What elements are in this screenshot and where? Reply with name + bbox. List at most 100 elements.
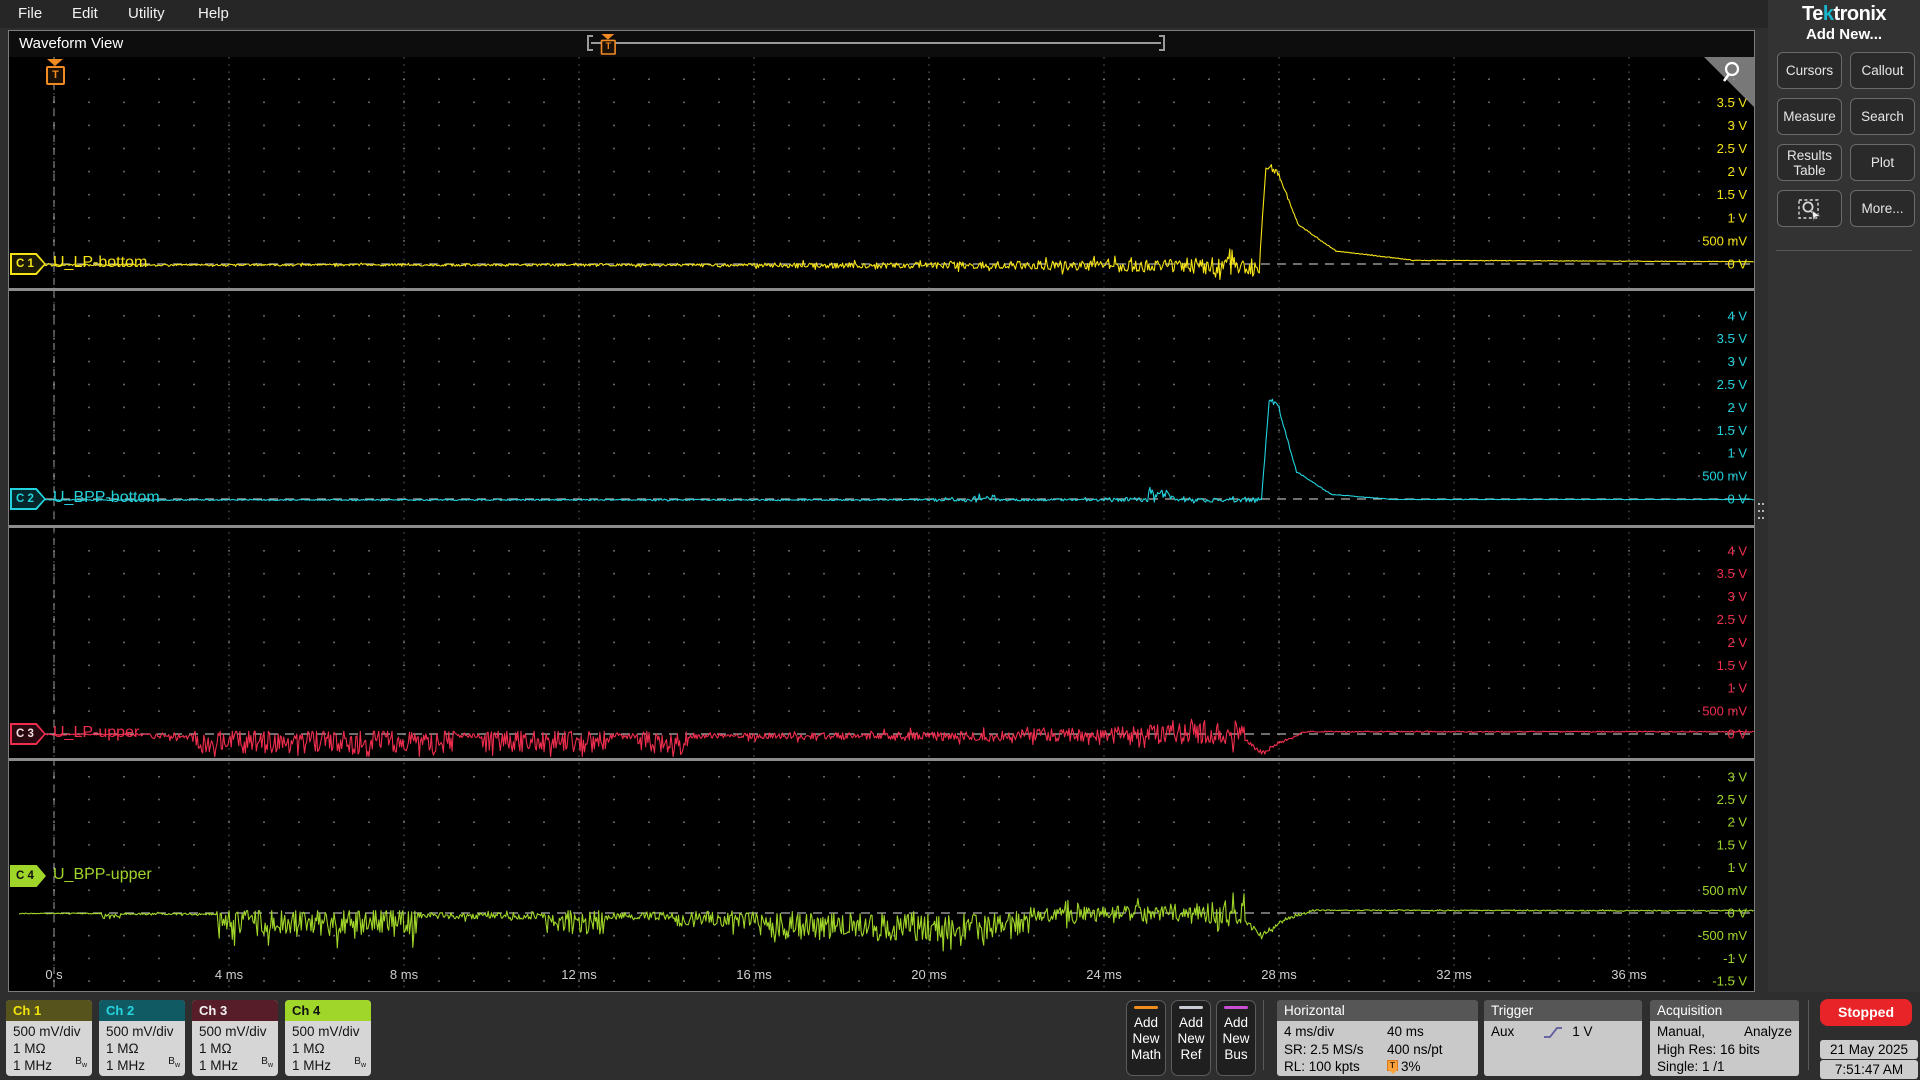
trigger-level: 1 V: [1572, 1024, 1593, 1039]
v-axis-label: 2 V: [1727, 815, 1747, 830]
sidebar-button-search[interactable]: Search: [1850, 98, 1915, 135]
channel-card-body: 500 mV/div 1 MΩ 1 MHz Bw: [192, 1021, 278, 1076]
menu-item-file[interactable]: File: [18, 0, 42, 28]
zoom-select-button[interactable]: [1777, 190, 1842, 227]
magnifier-icon: [1722, 61, 1740, 82]
record-view-right-bracket[interactable]: [1159, 35, 1165, 51]
accent-bar: [1134, 1006, 1158, 1009]
acquisition-mode: Manual,: [1657, 1024, 1706, 1039]
add-new-bus-button[interactable]: Add New Bus: [1216, 1000, 1256, 1076]
record-view-bar[interactable]: T: [587, 34, 1165, 55]
add-new-heading: Add New...: [1805, 26, 1883, 43]
v-axis-label: 4 V: [1727, 543, 1747, 558]
record-view-line: [591, 42, 1161, 44]
channel-card-line: 500 mV/div: [13, 1024, 81, 1039]
trigger-panel[interactable]: Trigger Aux 1 V: [1484, 1000, 1642, 1076]
v-axis-label: 1 V: [1727, 681, 1747, 696]
add-new-ref-button[interactable]: Add New Ref: [1171, 1000, 1211, 1076]
horizontal-value: SR: 2.5 MS/s: [1284, 1041, 1364, 1057]
trace-U_LP-upper: [18, 718, 1754, 758]
v-axis-label: 1.5 V: [1717, 658, 1748, 673]
v-axis-label: 500 mV: [1702, 883, 1747, 898]
v-axis-label: 0 V: [1727, 257, 1747, 272]
trace-U_LP-bottom: [18, 164, 1754, 281]
channel-card-body: 500 mV/div 1 MΩ 1 MHz Bw: [6, 1021, 92, 1076]
horizontal-value: T 3%: [1387, 1058, 1471, 1076]
record-trigger-marker-icon[interactable]: T: [600, 34, 616, 55]
sidebar-button-results-table[interactable]: Results Table: [1777, 144, 1842, 181]
v-axis-label: 1.5 V: [1717, 187, 1748, 202]
time-axis-label: 16 ms: [736, 967, 772, 982]
time-display: 7:51:47 AM: [1820, 1060, 1918, 1079]
rising-edge-icon: [1544, 1026, 1563, 1038]
waveform-view-titlebar[interactable]: Waveform View T: [9, 31, 1754, 57]
time-axis-label: 24 ms: [1086, 967, 1122, 982]
acquisition-panel-title: Acquisition: [1650, 1000, 1799, 1021]
channel-card-header: Ch 2: [99, 1000, 185, 1021]
horizontal-value: 40 ms: [1387, 1024, 1424, 1039]
bottom-bar: Ch 1 500 mV/div 1 MΩ 1 MHz Bw Ch 2 500 mV/div 1…: [0, 992, 1920, 1080]
run-stop-status-button[interactable]: Stopped: [1820, 999, 1912, 1026]
sidebar-button-plot[interactable]: Plot: [1850, 144, 1915, 181]
plot-area[interactable]: 3.5 V 3 V 2.5 V 2 V 1.5 V 1 V 500 mV 0 V 4 V 3.5 …: [9, 57, 1754, 991]
label-line: New: [1222, 1031, 1250, 1046]
channel-card-line: 500 mV/div: [199, 1024, 267, 1039]
v-axis-label: 2.5 V: [1717, 612, 1748, 627]
sidebar-button-measure[interactable]: Measure: [1777, 98, 1842, 135]
menu-item-edit[interactable]: Edit: [72, 0, 98, 28]
horizontal-value: 4 ms/div: [1284, 1024, 1335, 1039]
bandwidth-limit-badge: Bw: [354, 1056, 366, 1069]
time-axis-label: 0 s: [45, 967, 63, 982]
v-axis-label: 3.5 V: [1717, 566, 1748, 581]
channel-card-body: 500 mV/div 1 MΩ 1 MHz Bw: [99, 1021, 185, 1076]
horizontal-panel[interactable]: Horizontal 4 ms/div 40 ms SR: 2.5 MS/s 400 …: [1277, 1000, 1478, 1076]
sidebar-button-more-[interactable]: More...: [1850, 190, 1915, 227]
sidebar-button-callout[interactable]: Callout: [1850, 52, 1915, 89]
channel-card-ch3[interactable]: Ch 3 500 mV/div 1 MΩ 1 MHz Bw: [192, 1000, 278, 1076]
v-axis-label: -500 mV: [1698, 928, 1747, 943]
trace-U_BPP-upper: [18, 892, 1754, 952]
record-view-left-bracket[interactable]: [587, 35, 593, 51]
channel-label-U_LP-bottom[interactable]: U_LP-bottom: [53, 254, 147, 272]
channel-card-header: Ch 3: [192, 1000, 278, 1021]
v-axis-label: -1 V: [1723, 951, 1747, 966]
trigger-position-flag-icon[interactable]: T: [46, 59, 65, 85]
menu-item-utility[interactable]: Utility: [128, 0, 165, 28]
channel-card-ch2[interactable]: Ch 2 500 mV/div 1 MΩ 1 MHz Bw: [99, 1000, 185, 1076]
add-new-math-button[interactable]: Add New Math: [1126, 1000, 1166, 1076]
v-axis-label: 0 V: [1727, 727, 1747, 742]
time-axis-label: 4 ms: [215, 967, 244, 982]
waveform-plot: 3.5 V 3 V 2.5 V 2 V 1.5 V 1 V 500 mV 0 V 4 V 3.5 …: [9, 57, 1754, 991]
v-axis-label: 3 V: [1727, 354, 1747, 369]
v-axis-label: 2.5 V: [1717, 792, 1748, 807]
acquisition-resolution: High Res: 16 bits: [1657, 1041, 1760, 1057]
sidebar-button-cursors[interactable]: Cursors: [1777, 52, 1842, 89]
v-axis-label: 500 mV: [1702, 469, 1747, 484]
sidebar-divider: [1776, 250, 1912, 251]
channel-badge-c1[interactable]: C 1: [10, 253, 46, 275]
v-axis-label: 3 V: [1727, 589, 1747, 604]
label-line: Add: [1133, 1015, 1159, 1030]
menu-bar: File Edit Utility Help: [0, 0, 1920, 28]
trigger-source: Aux: [1491, 1024, 1515, 1039]
trigger-marker-icon: T: [1387, 1060, 1398, 1074]
panel-drag-handle[interactable]: [1758, 503, 1760, 505]
channel-badge-c3[interactable]: C 3: [10, 723, 46, 745]
channel-label-U_LP-upper[interactable]: U_LP-upper: [53, 724, 139, 742]
v-axis-label: 0 V: [1727, 906, 1747, 921]
channel-card-ch4[interactable]: Ch 4 500 mV/div 1 MΩ 1 MHz Bw: [285, 1000, 371, 1076]
channel-badge-c2[interactable]: C 2: [10, 488, 46, 510]
horizontal-value: 400 ns/pt: [1387, 1041, 1443, 1057]
channel-card-ch1[interactable]: Ch 1 500 mV/div 1 MΩ 1 MHz Bw: [6, 1000, 92, 1076]
horizontal-value: RL: 100 kpts: [1284, 1059, 1360, 1074]
menu-item-help[interactable]: Help: [198, 0, 229, 28]
accent-bar: [1179, 1006, 1203, 1009]
acquisition-panel[interactable]: Acquisition Manual, Analyze High Res: 16…: [1650, 1000, 1799, 1076]
time-axis-label: 36 ms: [1611, 967, 1647, 982]
channel-label-U_BPP-upper[interactable]: U_BPP-upper: [53, 866, 152, 884]
v-axis-label: 3.5 V: [1717, 331, 1748, 346]
channel-label-U_BPP-bottom[interactable]: U_BPP-bottom: [53, 489, 160, 507]
time-axis-label: 8 ms: [390, 967, 419, 982]
v-axis-label: 1.5 V: [1717, 423, 1748, 438]
channel-badge-c4[interactable]: C 4: [10, 865, 46, 887]
